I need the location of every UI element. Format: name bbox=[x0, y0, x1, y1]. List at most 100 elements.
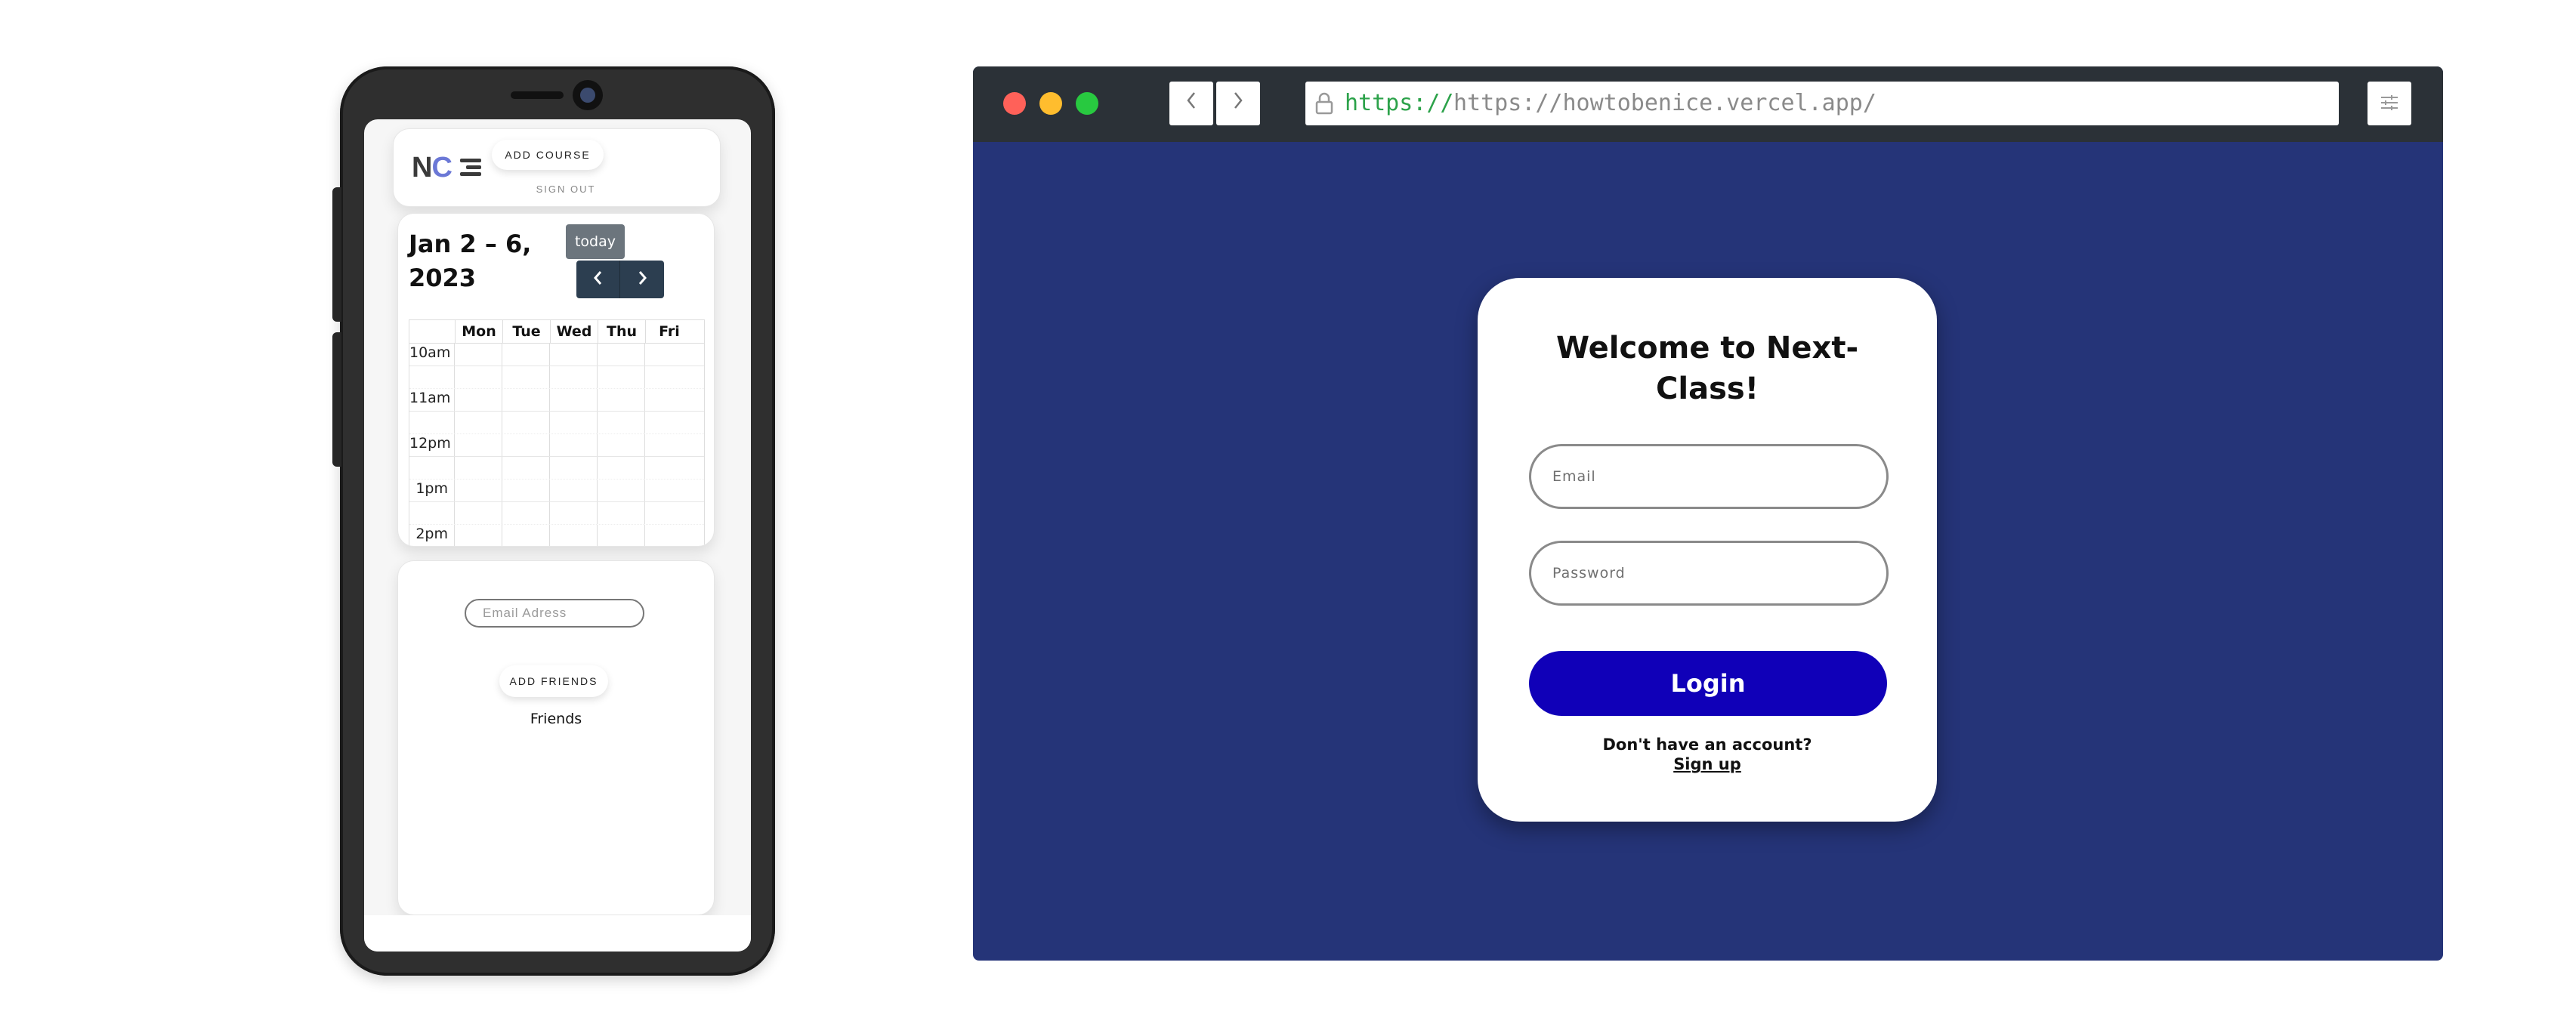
time-label: 2pm bbox=[409, 525, 455, 546]
slot-cell[interactable] bbox=[598, 412, 645, 433]
lock-icon bbox=[1315, 92, 1333, 115]
time-row[interactable]: 1pm bbox=[409, 480, 704, 502]
slot-cell[interactable] bbox=[550, 502, 598, 524]
slot-cell[interactable] bbox=[550, 412, 598, 433]
slot-cell[interactable] bbox=[455, 457, 502, 479]
today-button[interactable]: today bbox=[566, 224, 625, 259]
slot-cell[interactable] bbox=[455, 366, 502, 388]
time-row[interactable]: 10am bbox=[409, 344, 704, 366]
slot-cell[interactable] bbox=[455, 434, 502, 456]
slot-cell[interactable] bbox=[645, 434, 692, 456]
slot-cell[interactable] bbox=[550, 525, 598, 546]
slot-cell[interactable] bbox=[645, 457, 692, 479]
sign-up-link[interactable]: Sign up bbox=[1478, 755, 1937, 773]
slot-cell[interactable] bbox=[550, 366, 598, 388]
slot-cell[interactable] bbox=[598, 502, 645, 524]
logo-bars-icon bbox=[460, 159, 481, 179]
slot-cell[interactable] bbox=[502, 412, 550, 433]
slot-cell[interactable] bbox=[502, 434, 550, 456]
time-row[interactable] bbox=[409, 366, 704, 389]
slot-cell[interactable] bbox=[502, 502, 550, 524]
time-row[interactable]: 2pm bbox=[409, 525, 704, 546]
close-window-icon[interactable] bbox=[1003, 92, 1026, 115]
phone-camera-icon bbox=[573, 80, 603, 110]
slot-cell[interactable] bbox=[455, 344, 502, 365]
slot-cell[interactable] bbox=[550, 457, 598, 479]
slot-cell[interactable] bbox=[645, 502, 692, 524]
slot-cell[interactable] bbox=[598, 525, 645, 546]
slot-cell[interactable] bbox=[645, 480, 692, 501]
sign-out-link[interactable]: SIGN OUT bbox=[528, 184, 604, 199]
email-input[interactable] bbox=[1529, 444, 1889, 509]
calendar-title: Jan 2 – 6, 2023 bbox=[409, 230, 532, 292]
slot-cell[interactable] bbox=[502, 480, 550, 501]
browser-back-button[interactable] bbox=[1169, 82, 1213, 125]
friends-card: ADD FRIENDS Friends bbox=[397, 560, 715, 915]
phone-screen: NC ADD COURSE SIGN OUT Jan 2 – 6, 2023 t… bbox=[364, 119, 751, 952]
slot-cell[interactable] bbox=[455, 525, 502, 546]
sliders-icon bbox=[2381, 94, 2398, 110]
slot-cell[interactable] bbox=[645, 344, 692, 365]
maximize-window-icon[interactable] bbox=[1076, 92, 1098, 115]
login-title: Welcome to Next-Class! bbox=[1555, 331, 1859, 406]
calendar-corner bbox=[409, 320, 456, 343]
browser-forward-button[interactable] bbox=[1216, 82, 1260, 125]
app-logo[interactable]: NC bbox=[412, 152, 486, 184]
slot-cell[interactable] bbox=[502, 389, 550, 411]
phone-frame: NC ADD COURSE SIGN OUT Jan 2 – 6, 2023 t… bbox=[332, 66, 775, 976]
slot-cell[interactable] bbox=[645, 525, 692, 546]
url-scheme: https:// bbox=[1345, 90, 1454, 116]
slot-cell[interactable] bbox=[598, 366, 645, 388]
slot-cell[interactable] bbox=[645, 389, 692, 411]
slot-cell[interactable] bbox=[502, 366, 550, 388]
phone-side-button bbox=[332, 187, 341, 322]
chevron-left-icon bbox=[593, 271, 601, 285]
chevron-left-icon bbox=[1187, 92, 1195, 109]
slot-cell[interactable] bbox=[645, 412, 692, 433]
day-header-tue: Tue bbox=[503, 320, 551, 343]
slot-cell[interactable] bbox=[502, 344, 550, 365]
app-nav-card: NC ADD COURSE SIGN OUT bbox=[393, 128, 721, 207]
add-course-button[interactable]: ADD COURSE bbox=[492, 140, 604, 170]
calendar-card: Jan 2 – 6, 2023 today Mon Tue Wed Thu Fr… bbox=[397, 213, 715, 547]
slot-cell[interactable] bbox=[455, 389, 502, 411]
add-friends-button[interactable]: ADD FRIENDS bbox=[499, 665, 608, 697]
slot-cell[interactable] bbox=[550, 344, 598, 365]
slot-cell[interactable] bbox=[598, 457, 645, 479]
slot-cell[interactable] bbox=[550, 434, 598, 456]
address-bar[interactable]: https:// https://howtobenice.vercel.app/ bbox=[1305, 82, 2339, 125]
day-header-fri: Fri bbox=[659, 323, 680, 340]
slot-cell[interactable] bbox=[645, 366, 692, 388]
slot-cell[interactable] bbox=[598, 434, 645, 456]
calendar-prev-button[interactable] bbox=[576, 261, 620, 298]
time-row[interactable] bbox=[409, 502, 704, 525]
time-label: 1pm bbox=[409, 480, 455, 501]
time-row[interactable] bbox=[409, 412, 704, 434]
friend-email-input[interactable] bbox=[465, 599, 644, 628]
slot-cell[interactable] bbox=[455, 412, 502, 433]
browser-window: https:// https://howtobenice.vercel.app/… bbox=[973, 66, 2443, 961]
minimize-window-icon[interactable] bbox=[1039, 92, 1062, 115]
login-card: Welcome to Next-Class! Login Don't have … bbox=[1478, 278, 1937, 822]
slot-cell[interactable] bbox=[502, 457, 550, 479]
slot-cell[interactable] bbox=[455, 480, 502, 501]
logo-letter-n: N bbox=[412, 152, 432, 184]
slot-cell[interactable] bbox=[550, 389, 598, 411]
calendar-next-button[interactable] bbox=[620, 261, 664, 298]
time-row[interactable]: 11am bbox=[409, 389, 704, 412]
slot-cell[interactable] bbox=[598, 480, 645, 501]
slot-cell[interactable] bbox=[598, 344, 645, 365]
slot-cell[interactable] bbox=[598, 389, 645, 411]
slot-cell[interactable] bbox=[550, 480, 598, 501]
time-row[interactable]: 12pm bbox=[409, 434, 704, 457]
slot-cell[interactable] bbox=[455, 502, 502, 524]
time-row[interactable] bbox=[409, 457, 704, 480]
time-label: 10am bbox=[409, 344, 455, 365]
password-input[interactable] bbox=[1529, 541, 1889, 606]
browser-menu-button[interactable] bbox=[2368, 82, 2411, 125]
login-button[interactable]: Login bbox=[1529, 651, 1887, 716]
slot-cell[interactable] bbox=[502, 525, 550, 546]
time-label: 11am bbox=[409, 389, 455, 411]
time-label: 12pm bbox=[409, 434, 455, 456]
day-header-mon: Mon bbox=[456, 320, 503, 343]
